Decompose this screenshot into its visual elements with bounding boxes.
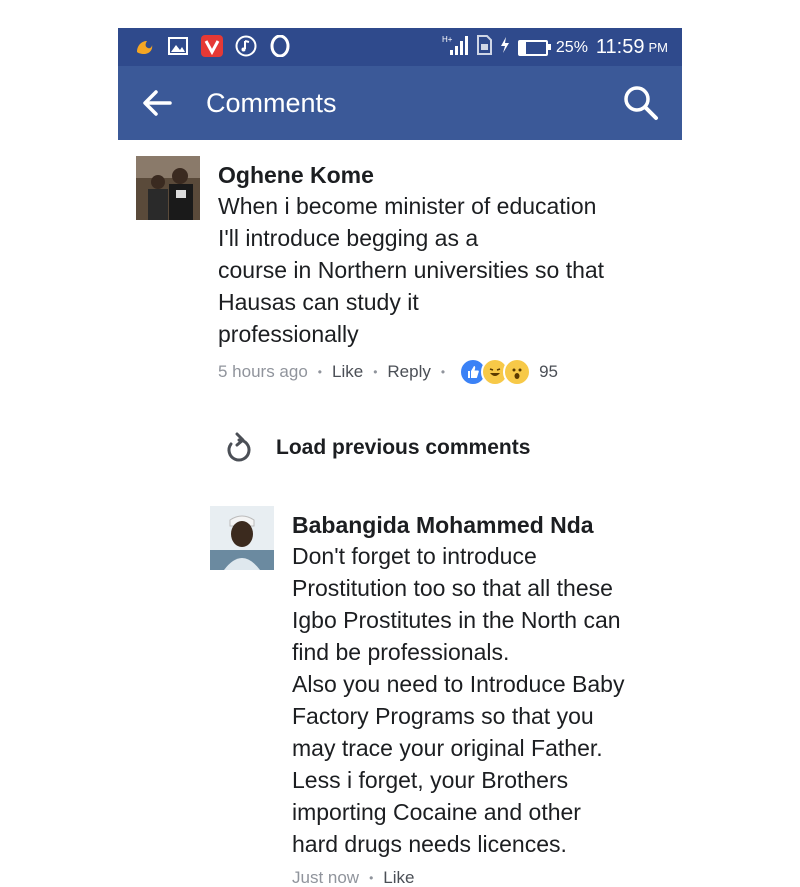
- comment-author[interactable]: Oghene Kome: [218, 160, 668, 190]
- status-bar: H+ 25% 11:59 PM: [118, 28, 682, 66]
- comment-timestamp: 5 hours ago: [218, 362, 308, 381]
- avatar[interactable]: [136, 156, 200, 220]
- page-title: Comments: [206, 88, 337, 118]
- reply-button[interactable]: Reply: [387, 362, 430, 382]
- separator-dot: •: [369, 871, 374, 885]
- separator-dot: •: [440, 365, 446, 379]
- load-previous-comments-button[interactable]: Load previous comments: [224, 432, 530, 464]
- separator-dot: •: [373, 365, 378, 379]
- image-icon: [166, 34, 190, 58]
- back-button[interactable]: [140, 86, 176, 120]
- separator-dot: •: [317, 365, 322, 379]
- like-button[interactable]: Like: [332, 362, 363, 382]
- comment-timestamp: Just now: [292, 868, 360, 887]
- sim-icon: [476, 35, 492, 60]
- battery-icon: [517, 39, 551, 56]
- like-button[interactable]: Like: [383, 868, 414, 887]
- system-status: H+ 25% 11:59 PM: [442, 34, 668, 61]
- avatar[interactable]: [210, 506, 274, 570]
- svg-text:H+: H+: [442, 35, 453, 44]
- comment-meta: 5 hours ago • Like • Reply • 95: [218, 358, 668, 386]
- comment-meta: Just now • Like: [292, 868, 672, 887]
- wow-reaction-icon: [503, 358, 532, 386]
- battery-percent: 25%: [555, 38, 588, 56]
- uc-browser-icon: [132, 34, 156, 58]
- arrow-left-icon: [143, 90, 172, 116]
- load-previous-label: Load previous comments: [276, 436, 531, 459]
- app-toolbar: Comments: [118, 66, 682, 140]
- comment-text: Don't forget to introduce Prostitution t…: [292, 543, 625, 857]
- clock-ampm: PM: [648, 40, 669, 55]
- search-icon: [624, 86, 658, 120]
- reaction-count: 95: [539, 362, 558, 381]
- opera-icon: [268, 34, 292, 58]
- notification-icons: [132, 34, 292, 58]
- comment-author[interactable]: Babangida Mohammed Nda: [292, 510, 672, 540]
- refresh-icon: [227, 432, 251, 462]
- reactions-summary[interactable]: [459, 358, 532, 386]
- vivo-icon: [200, 34, 224, 58]
- phone-screen: H+ 25% 11:59 PM Comments Oghene Kome Whe…: [118, 28, 682, 887]
- music-icon: [234, 34, 258, 58]
- signal-icon: H+: [442, 34, 468, 61]
- comment-text: When i become minister of education I'll…: [218, 193, 605, 347]
- clock-time: 11:59: [595, 36, 645, 58]
- charging-icon: [500, 37, 510, 58]
- search-button[interactable]: [622, 84, 660, 122]
